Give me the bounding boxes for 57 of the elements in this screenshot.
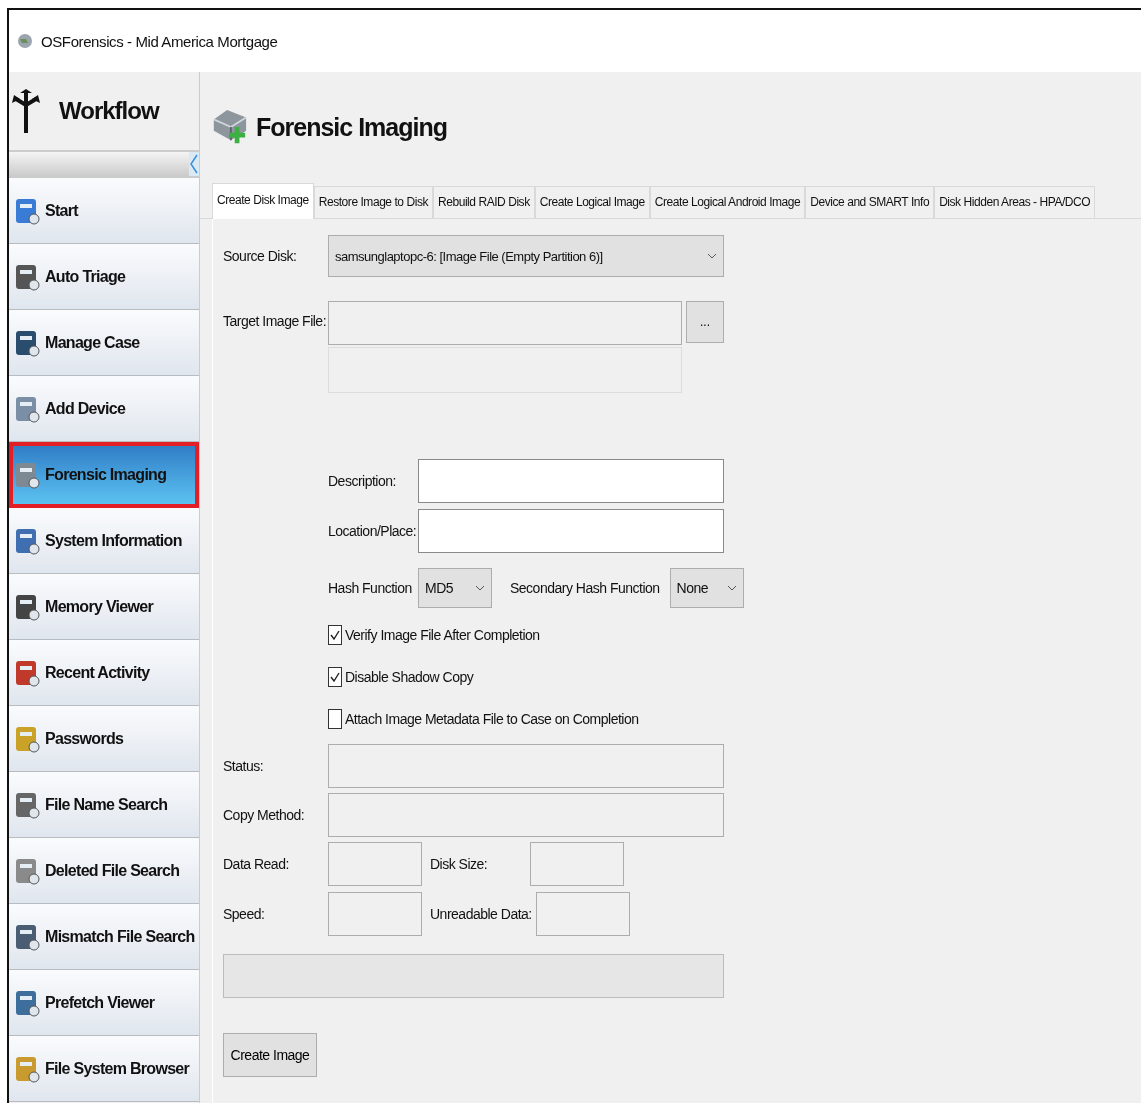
branching-arrows-icon [11, 89, 41, 133]
chevron-down-icon [707, 253, 717, 259]
chevron-down-icon [475, 585, 485, 591]
sidebar-item[interactable]: Start [9, 178, 199, 244]
sidebar-item[interactable]: Recent Activity [9, 640, 199, 706]
sidebar-item[interactable]: Memory Viewer [9, 574, 199, 640]
sidebar-item[interactable]: Deleted File Search [9, 838, 199, 904]
tab[interactable]: Create Logical Android Image [649, 186, 806, 218]
source-disk-dropdown[interactable]: samsunglaptopc-6: [Image File (Empty Partition 6)] [328, 235, 724, 277]
checkbox-label[interactable]: Disable Shadow Copy [345, 669, 474, 685]
field-label: Unreadable Data: [430, 906, 533, 922]
tab[interactable]: Create Disk Image [212, 183, 314, 219]
field-label: Source Disk: [223, 248, 298, 264]
sidebar-item[interactable]: System Information [9, 508, 199, 574]
field-label: Speed: [223, 906, 266, 922]
tab[interactable]: Disk Hidden Areas - HPA/DCO [934, 186, 1096, 218]
description-field[interactable] [418, 459, 724, 503]
collapse-arrow-icon[interactable] [189, 152, 199, 176]
sidebar-item[interactable]: File Name Search [9, 772, 199, 838]
checkbox[interactable] [328, 709, 342, 729]
field-label: Status: [223, 758, 265, 774]
secondary-hash-dropdown[interactable]: None [669, 568, 744, 608]
location-field[interactable] [418, 509, 724, 553]
field-label: Target Image File: [223, 312, 328, 329]
tab[interactable]: Create Logical Image [534, 186, 650, 218]
sidebar-item[interactable]: Forensic Imaging [9, 442, 199, 508]
sidebar-item[interactable]: Mismatch File Search [9, 904, 199, 970]
checkbox[interactable] [328, 625, 342, 645]
hash-function-dropdown[interactable]: MD5 [418, 568, 492, 608]
chevron-down-icon [726, 585, 737, 591]
tab[interactable]: Rebuild RAID Disk [433, 186, 535, 218]
field-label: Hash Function [328, 580, 413, 596]
field-label: Description: [328, 473, 397, 489]
sidebar-item[interactable]: Auto Triage [9, 244, 199, 310]
checkbox-label[interactable]: Attach Image Metadata File to Case on Completion [345, 711, 639, 727]
window-title: OSForensics - Mid America Mortgage [41, 32, 278, 50]
checkbox-label[interactable]: Verify Image File After Completion [345, 627, 540, 643]
tab[interactable]: Restore Image to Disk [313, 186, 433, 218]
sidebar-title: Workflow [59, 97, 159, 125]
field-label: Copy Method: [223, 807, 306, 823]
app-globe-icon [17, 33, 33, 49]
field-label: Secondary Hash Function [510, 580, 660, 596]
browse-button[interactable]: ... [686, 301, 724, 343]
field-label: Location/Place: [328, 523, 418, 539]
sidebar-scrollbar[interactable] [9, 152, 199, 178]
field-label: Disk Size: [430, 856, 489, 872]
sidebar-item[interactable]: Prefetch Viewer [9, 970, 199, 1036]
create-image-button[interactable]: Create Image [223, 1033, 317, 1077]
sidebar-item[interactable]: Add Device [9, 376, 199, 442]
target-file-field[interactable] [328, 301, 682, 345]
page-title: Forensic Imaging [256, 112, 447, 142]
checkbox[interactable] [328, 667, 342, 687]
sidebar-item[interactable]: Manage Case [9, 310, 199, 376]
sidebar-item[interactable]: File System Browser [9, 1036, 199, 1102]
sidebar-item[interactable]: Passwords [9, 706, 199, 772]
field-label: Data Read: [223, 856, 290, 872]
tab[interactable]: Device and SMART Info [805, 186, 935, 218]
